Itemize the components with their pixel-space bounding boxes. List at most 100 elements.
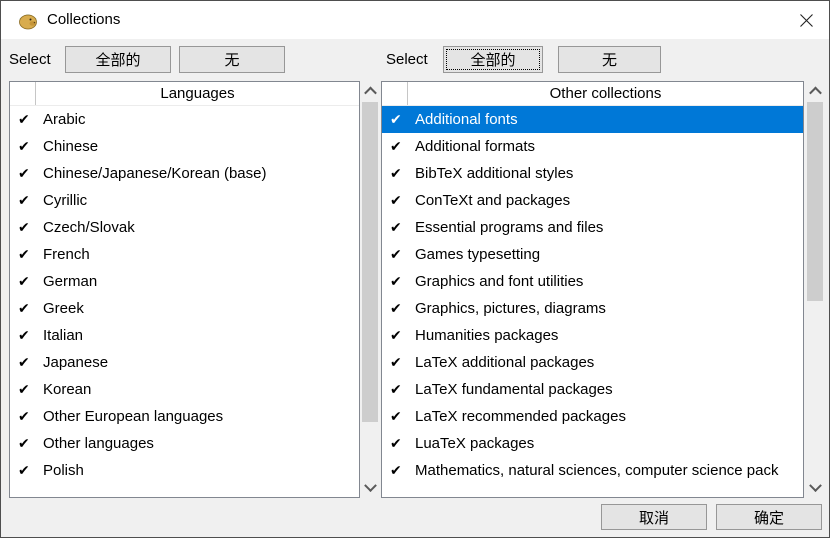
scroll-up-button[interactable] — [361, 81, 379, 101]
checkmark-icon: ✔ — [390, 435, 408, 452]
chevron-up-icon — [809, 86, 822, 99]
checkmark-icon: ✔ — [18, 246, 36, 263]
checkmark-icon: ✔ — [390, 165, 408, 182]
list-item-label: Japanese — [43, 354, 108, 371]
list-item[interactable]: ✔BibTeX additional styles — [382, 160, 803, 187]
languages-list: Languages ✔Arabic✔Chinese✔Chinese/Japane… — [9, 81, 360, 498]
list-item-label: Chinese — [43, 138, 98, 155]
texlive-lion-icon — [17, 10, 39, 30]
scroll-thumb[interactable] — [362, 102, 378, 422]
right-select-none-button[interactable]: 无 — [558, 46, 661, 73]
other-collections-list: Other collections ✔Additional fonts✔Addi… — [381, 81, 804, 498]
list-item[interactable]: ✔ Korean — [10, 376, 359, 403]
checkmark-icon: ✔ — [18, 381, 36, 398]
checkmark-icon: ✔ — [390, 246, 408, 263]
title-bar: Collections — [1, 1, 829, 39]
list-item[interactable]: ✔Additional fonts — [382, 106, 803, 133]
list-item[interactable]: ✔ Japanese — [10, 349, 359, 376]
ok-button[interactable]: 确定 — [716, 504, 822, 530]
cancel-button[interactable]: 取消 — [601, 504, 707, 530]
list-item-label: Mathematics, natural sciences, computer … — [415, 462, 779, 479]
list-item-label: Greek — [43, 300, 84, 317]
checkmark-icon: ✔ — [390, 111, 408, 128]
list-item[interactable]: ✔Arabic — [10, 106, 359, 133]
list-item[interactable]: ✔LuaTeX packages — [382, 430, 803, 457]
list-item-label: LaTeX fundamental packages — [415, 381, 613, 398]
scroll-up-button[interactable] — [806, 81, 824, 101]
chevron-up-icon — [364, 86, 377, 99]
languages-header-label: Languages — [36, 85, 359, 102]
check-column-header — [10, 82, 36, 105]
list-item-label: Essential programs and files — [415, 219, 603, 236]
list-item-label: Chinese/Japanese/Korean (base) — [43, 165, 266, 182]
list-item[interactable]: ✔ Games typesetting — [382, 241, 803, 268]
list-item[interactable]: ✔Cyrillic — [10, 187, 359, 214]
checkmark-icon: ✔ — [390, 192, 408, 209]
list-item[interactable]: ✔ Additional formats — [382, 133, 803, 160]
list-item-label: Korean — [43, 381, 91, 398]
list-item-label: Games typesetting — [415, 246, 540, 263]
list-item[interactable]: ✔ ConTeXt and packages — [382, 187, 803, 214]
left-select-all-button[interactable]: 全部的 — [65, 46, 171, 73]
list-item[interactable]: ✔ Graphics and font utilities — [382, 268, 803, 295]
checkmark-icon: ✔ — [18, 219, 36, 236]
list-item-label: Other European languages — [43, 408, 223, 425]
checkmark-icon: ✔ — [18, 435, 36, 452]
checkmark-icon: ✔ — [390, 219, 408, 236]
list-item[interactable]: ✔ Humanities packages — [382, 322, 803, 349]
collections-dialog: Collections Select 全部的 无 Select 全部的 无 La… — [0, 0, 830, 538]
checkmark-icon: ✔ — [18, 408, 36, 425]
list-item[interactable]: ✔Italian — [10, 322, 359, 349]
checkmark-icon: ✔ — [390, 273, 408, 290]
list-item[interactable]: ✔ Chinese — [10, 133, 359, 160]
checkmark-icon: ✔ — [390, 327, 408, 344]
list-item[interactable]: ✔ Graphics, pictures, diagrams — [382, 295, 803, 322]
right-select-all-button[interactable]: 全部的 — [443, 46, 543, 73]
other-collections-header-label: Other collections — [408, 85, 803, 102]
list-item[interactable]: ✔ German — [10, 268, 359, 295]
list-item[interactable]: ✔Chinese/Japanese/Korean (base) — [10, 160, 359, 187]
checkmark-icon: ✔ — [390, 462, 408, 479]
list-item-label: Polish — [43, 462, 84, 479]
list-item-label: Graphics, pictures, diagrams — [415, 300, 606, 317]
scroll-down-button[interactable] — [806, 478, 824, 498]
list-item[interactable]: ✔ French — [10, 241, 359, 268]
list-item-label: Graphics and font utilities — [415, 273, 583, 290]
list-item[interactable]: ✔LaTeX recommended packages — [382, 403, 803, 430]
checkmark-icon: ✔ — [18, 354, 36, 371]
checkmark-icon: ✔ — [18, 192, 36, 209]
list-item[interactable]: ✔Czech/Slovak — [10, 214, 359, 241]
left-select-none-button[interactable]: 无 — [179, 46, 285, 73]
list-item[interactable]: ✔ Essential programs and files — [382, 214, 803, 241]
checkmark-icon: ✔ — [390, 381, 408, 398]
list-item-label: LaTeX recommended packages — [415, 408, 626, 425]
list-item-label: German — [43, 273, 97, 290]
list-item[interactable]: ✔ LaTeX additional packages — [382, 349, 803, 376]
checkmark-icon: ✔ — [18, 273, 36, 290]
list-item-label: Additional formats — [415, 138, 535, 155]
list-item[interactable]: ✔ Greek — [10, 295, 359, 322]
checkmark-icon: ✔ — [390, 138, 408, 155]
list-item-label: French — [43, 246, 90, 263]
list-item-label: Humanities packages — [415, 327, 558, 344]
languages-scrollbar[interactable] — [361, 81, 379, 498]
left-select-label: Select — [9, 46, 51, 73]
list-item[interactable]: ✔ Mathematics, natural sciences, computer… — [382, 457, 803, 484]
checkmark-icon: ✔ — [390, 354, 408, 371]
list-item-label: Arabic — [43, 111, 86, 128]
list-item[interactable]: ✔Polish — [10, 457, 359, 484]
list-item-label: ConTeXt and packages — [415, 192, 570, 209]
list-item-label: LaTeX additional packages — [415, 354, 594, 371]
checkmark-icon: ✔ — [18, 300, 36, 317]
list-item[interactable]: ✔ LaTeX fundamental packages — [382, 376, 803, 403]
checkmark-icon: ✔ — [18, 327, 36, 344]
list-item[interactable]: ✔Other languages — [10, 430, 359, 457]
scroll-down-button[interactable] — [361, 478, 379, 498]
checkmark-icon: ✔ — [390, 300, 408, 317]
close-button[interactable] — [791, 5, 821, 35]
scroll-thumb[interactable] — [807, 102, 823, 301]
languages-rows: ✔Arabic✔Chinese✔Chinese/Japanese/Korean … — [10, 106, 359, 484]
checkmark-icon: ✔ — [18, 138, 36, 155]
other-collections-scrollbar[interactable] — [806, 81, 824, 498]
list-item[interactable]: ✔ Other European languages — [10, 403, 359, 430]
